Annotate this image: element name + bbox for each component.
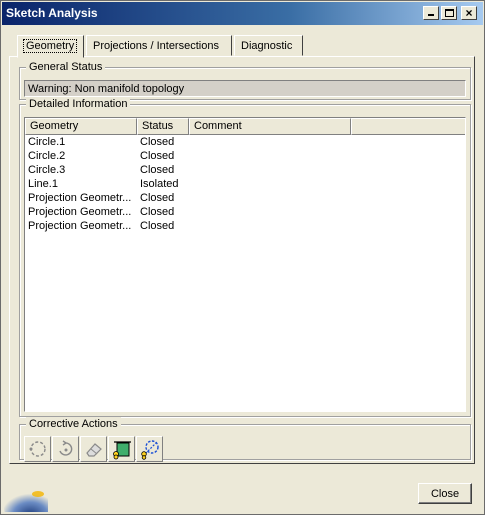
close-icon: ×	[465, 6, 473, 20]
sketch-analysis-window: Sketch Analysis × Geometry Projections /…	[0, 0, 485, 515]
cell-geometry: Circle.1	[28, 136, 66, 148]
group-title: General Status	[26, 60, 106, 74]
cell-geometry: Projection Geometr...	[28, 192, 132, 204]
tab-panel: General Status Warning: Non manifold top…	[9, 56, 475, 464]
window-title: Sketch Analysis	[6, 6, 98, 20]
cell-status: Isolated	[140, 178, 179, 190]
construction-geometry-icon	[112, 441, 131, 460]
tab-label: Geometry	[22, 39, 78, 53]
cell-comment	[189, 219, 351, 233]
close-window-button[interactable]: ×	[461, 6, 477, 20]
cell-geometry: Projection Geometr...	[28, 220, 132, 232]
corrective-actions-group: Corrective Actions	[19, 417, 471, 462]
rotate-icon	[58, 440, 72, 456]
close-button[interactable]: Close	[418, 483, 472, 504]
table-row[interactable]: Line.1 Isolated	[25, 177, 465, 191]
cell-geometry: Circle.2	[28, 150, 66, 162]
tab-label: Diagnostic	[241, 40, 293, 52]
list-header: Geometry Status Comment	[25, 118, 465, 135]
cell-comment	[189, 149, 351, 163]
minimize-button[interactable]	[423, 6, 439, 20]
cell-comment	[189, 135, 351, 149]
detailed-information-group: Detailed Information Geometry Status Com…	[19, 97, 471, 417]
open-circle-icon	[29, 441, 46, 457]
show-hide-button[interactable]	[136, 436, 163, 462]
column-header-geometry[interactable]: Geometry	[25, 118, 137, 135]
column-header-comment[interactable]: Comment	[189, 118, 351, 135]
cell-comment	[189, 191, 351, 205]
cell-comment	[189, 163, 351, 177]
tab-label: Projections / Intersections	[93, 40, 219, 52]
cell-comment	[189, 205, 351, 219]
general-status-group: General Status Warning: Non manifold top…	[19, 60, 471, 100]
cell-status: Closed	[140, 136, 175, 148]
tab-projections-intersections[interactable]: Projections / Intersections	[86, 35, 232, 56]
tab-diagnostic[interactable]: Diagnostic	[234, 35, 303, 56]
maximize-button[interactable]	[441, 6, 457, 20]
rotate-button[interactable]	[52, 436, 79, 462]
maximize-icon	[445, 9, 454, 17]
cell-status: Closed	[140, 192, 175, 204]
cell-comment	[189, 177, 351, 191]
show-hide-icon	[140, 440, 159, 460]
table-row[interactable]: Circle.1 Closed	[25, 135, 465, 149]
minimize-icon	[428, 14, 434, 16]
cell-geometry: Projection Geometr...	[28, 206, 132, 218]
detailed-information-list[interactable]: Geometry Status Comment Circle.1 Closed Ci…	[24, 117, 466, 412]
eraser-icon	[85, 443, 102, 457]
title-bar: Sketch Analysis ×	[2, 2, 483, 25]
table-row[interactable]: Circle.2 Closed	[25, 149, 465, 163]
cell-status: Closed	[140, 206, 175, 218]
general-status-field: Warning: Non manifold topology	[24, 80, 466, 97]
tab-geometry[interactable]: Geometry	[17, 35, 84, 58]
cell-status: Closed	[140, 150, 175, 162]
group-title: Corrective Actions	[26, 417, 121, 431]
eraser-button[interactable]	[80, 436, 107, 462]
table-row[interactable]: Circle.3 Closed	[25, 163, 465, 177]
list-rows: Circle.1 Closed Circle.2 Closed Circle.3 Clos…	[25, 135, 465, 233]
cell-geometry: Line.1	[28, 178, 58, 190]
construction-geometry-button[interactable]	[108, 436, 135, 462]
catia-logo	[4, 478, 48, 512]
group-title: Detailed Information	[26, 97, 131, 111]
table-row[interactable]: Projection Geometr... Closed	[25, 219, 465, 233]
open-circle-button[interactable]	[24, 436, 51, 462]
column-header-status[interactable]: Status	[137, 118, 189, 135]
cell-status: Closed	[140, 164, 175, 176]
column-header-filler	[351, 118, 465, 135]
table-row[interactable]: Projection Geometr... Closed	[25, 205, 465, 219]
cell-geometry: Circle.3	[28, 164, 66, 176]
table-row[interactable]: Projection Geometr... Closed	[25, 191, 465, 205]
cell-status: Closed	[140, 220, 175, 232]
